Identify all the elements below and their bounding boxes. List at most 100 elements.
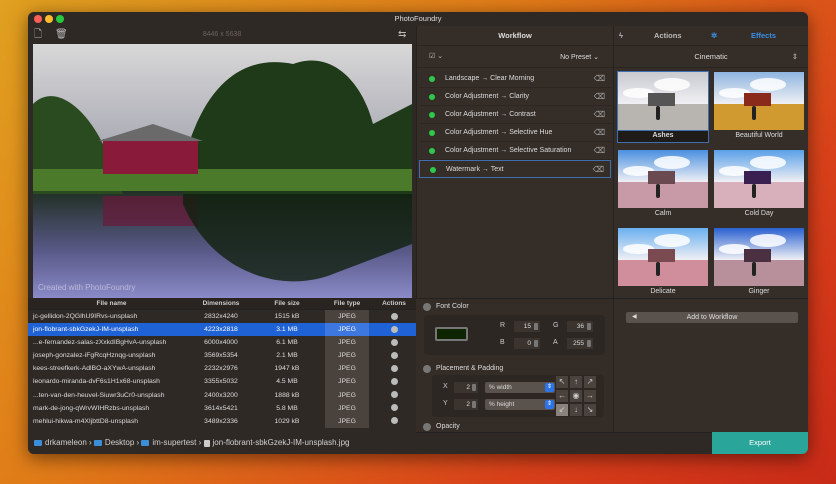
workflow-item[interactable]: Watermark → Text ⌫ bbox=[419, 160, 611, 178]
delete-item-icon[interactable]: ⌫ bbox=[594, 124, 605, 142]
breadcrumb: drkameleon › Desktop › im-supertest › jo… bbox=[28, 432, 416, 454]
remove-file-icon[interactable] bbox=[390, 417, 398, 425]
remove-file-icon[interactable] bbox=[390, 404, 398, 412]
file-size: 4.5 MB bbox=[276, 378, 298, 386]
table-row[interactable]: leonardo-miranda-dvF6s1H1x68-unsplash 335… bbox=[28, 375, 416, 389]
a-stepper[interactable]: 255 bbox=[567, 338, 593, 349]
anchor-button[interactable]: ← bbox=[555, 389, 569, 403]
tab-actions[interactable]: Actions bbox=[654, 26, 682, 46]
enabled-status-icon[interactable] bbox=[429, 76, 435, 82]
help-icon[interactable] bbox=[423, 303, 431, 311]
color-swatch[interactable] bbox=[435, 327, 468, 341]
remove-file-icon[interactable] bbox=[390, 391, 398, 399]
workflow-toolbar: ☑ ⌄ No Preset ⌄ bbox=[417, 46, 613, 68]
effect-preview-image bbox=[618, 228, 708, 286]
preset-dropdown[interactable]: No Preset ⌄ bbox=[560, 53, 599, 61]
table-header: File name Dimensions File size File type… bbox=[28, 298, 416, 310]
workflow-menu-button[interactable]: ☑ ⌄ bbox=[429, 52, 443, 60]
g-stepper[interactable]: 36 bbox=[567, 321, 593, 332]
table-row[interactable]: kees-streefkerk-AdlBO-aXYwA-unsplash 2232… bbox=[28, 362, 416, 376]
file-size: 5.8 MB bbox=[276, 404, 298, 412]
workflow-item[interactable]: Color Adjustment → Clarity ⌫ bbox=[419, 88, 611, 106]
col-file-size[interactable]: File size bbox=[252, 298, 322, 309]
r-stepper[interactable]: 15 bbox=[514, 321, 540, 332]
col-actions[interactable]: Actions bbox=[372, 298, 416, 309]
b-stepper[interactable]: 0 bbox=[514, 338, 540, 349]
col-file-name[interactable]: File name bbox=[28, 298, 190, 309]
col-dimensions[interactable]: Dimensions bbox=[190, 298, 252, 309]
anchor-button[interactable]: ↖ bbox=[555, 375, 569, 389]
tab-effects[interactable]: Effects bbox=[751, 26, 776, 46]
file-icon bbox=[203, 439, 210, 447]
effects-sparkle-icon[interactable]: ✲ bbox=[711, 26, 717, 46]
remove-file-icon[interactable] bbox=[390, 312, 398, 320]
remove-file-icon[interactable] bbox=[390, 365, 398, 373]
anchor-button[interactable]: → bbox=[583, 389, 597, 403]
effect-name: Ashes bbox=[617, 129, 709, 143]
effect-thumbnail[interactable]: Delicate bbox=[618, 228, 708, 298]
anchor-button[interactable]: ↓ bbox=[569, 403, 583, 417]
table-row[interactable]: ...e-fernandez-salas-zXxkdIBgHvA-unsplas… bbox=[28, 336, 416, 350]
workflow-item[interactable]: Landscape → Clear Morning ⌫ bbox=[419, 70, 611, 88]
compare-swap-icon[interactable]: ⇆ bbox=[398, 26, 406, 44]
minimize-window-button[interactable] bbox=[45, 15, 53, 23]
enabled-status-icon[interactable] bbox=[429, 148, 435, 154]
table-row[interactable]: jc-gellidon-2QGlhU9IRvs-unsplash 2832x424… bbox=[28, 310, 416, 324]
effect-category-select[interactable]: Cinematic ⇕ bbox=[614, 46, 808, 68]
image-preview: Created with PhotoFoundry bbox=[33, 44, 412, 298]
file-type: JPEG bbox=[325, 349, 369, 363]
enabled-status-icon[interactable] bbox=[429, 112, 435, 118]
workflow-item-label: Watermark → Text bbox=[446, 166, 504, 173]
delete-item-icon[interactable]: ⌫ bbox=[594, 106, 605, 124]
breadcrumb-item[interactable]: Desktop bbox=[105, 438, 134, 447]
x-input[interactable]: 2 bbox=[454, 382, 478, 393]
breadcrumb-item[interactable]: im-supertest bbox=[152, 438, 196, 447]
col-file-type[interactable]: File type bbox=[325, 298, 369, 309]
delete-item-icon[interactable]: ⌫ bbox=[593, 161, 604, 179]
delete-item-icon[interactable]: ⌫ bbox=[594, 142, 605, 160]
effect-thumbnail[interactable]: Cold Day bbox=[714, 150, 804, 220]
breadcrumb-item[interactable]: jon-flobrant-sbkGzekJ-IM-unsplash.jpg bbox=[213, 438, 350, 447]
breadcrumb-item[interactable]: drkameleon bbox=[45, 438, 87, 447]
table-row[interactable]: ...ten-van-den-heuvel-Siuwr3uCr0-unsplas… bbox=[28, 388, 416, 402]
enabled-status-icon[interactable] bbox=[429, 94, 435, 100]
anchor-button[interactable]: ↙ bbox=[555, 403, 569, 417]
add-to-workflow-button[interactable]: ◀ Add to Workflow bbox=[626, 312, 798, 323]
workflow-item[interactable]: Color Adjustment → Selective Hue ⌫ bbox=[419, 124, 611, 142]
delete-item-icon[interactable]: ⌫ bbox=[594, 88, 605, 106]
effect-thumbnail[interactable]: Beautiful World bbox=[714, 72, 804, 142]
zoom-window-button[interactable] bbox=[56, 15, 64, 23]
close-window-button[interactable] bbox=[34, 15, 42, 23]
y-unit-select[interactable]: % height bbox=[485, 399, 555, 410]
effect-thumbnail[interactable]: Calm bbox=[618, 150, 708, 220]
effect-preview-image bbox=[618, 150, 708, 208]
remove-file-icon[interactable] bbox=[390, 351, 398, 359]
help-icon[interactable] bbox=[423, 365, 431, 373]
table-row[interactable]: mehlui-hikwa-m4XIjbttD8-unsplash 3489x233… bbox=[28, 414, 416, 428]
effect-thumbnail[interactable]: Ginger bbox=[714, 228, 804, 298]
effect-thumbnail[interactable]: Ashes bbox=[617, 71, 709, 143]
delete-item-icon[interactable]: ⌫ bbox=[594, 70, 605, 88]
enabled-status-icon[interactable] bbox=[430, 167, 436, 173]
remove-file-icon[interactable] bbox=[390, 325, 398, 333]
r-label: R bbox=[500, 322, 506, 329]
lightning-icon[interactable]: ϟ bbox=[619, 26, 623, 46]
table-row[interactable]: jon-flobrant-sbkGzekJ-IM-unsplash 4223x28… bbox=[28, 323, 416, 337]
anchor-button[interactable]: ◉ bbox=[569, 389, 583, 403]
enabled-status-icon[interactable] bbox=[429, 130, 435, 136]
remove-file-icon[interactable] bbox=[390, 378, 398, 386]
workflow-item[interactable]: Color Adjustment → Selective Saturation ⌫ bbox=[419, 142, 611, 160]
anchor-button[interactable]: ↘ bbox=[583, 403, 597, 417]
table-row[interactable]: joseph-gonzalez-iFgRcqHznqg-unsplash 3569… bbox=[28, 349, 416, 363]
help-icon[interactable] bbox=[423, 423, 431, 431]
x-unit-select[interactable]: % width bbox=[485, 382, 555, 393]
table-row[interactable]: mark-de-jong-qWrvWIHRzbs-unsplash 3614x54… bbox=[28, 401, 416, 415]
anchor-button[interactable]: ↗ bbox=[583, 375, 597, 389]
export-button[interactable]: Export bbox=[712, 432, 808, 454]
anchor-button[interactable]: ↑ bbox=[569, 375, 583, 389]
y-input[interactable]: 2 bbox=[454, 399, 478, 410]
remove-file-icon[interactable] bbox=[390, 338, 398, 346]
effect-name: Calm bbox=[654, 210, 672, 217]
workflow-item[interactable]: Color Adjustment → Contrast ⌫ bbox=[419, 106, 611, 124]
title-bar: PhotoFoundry bbox=[28, 12, 808, 26]
